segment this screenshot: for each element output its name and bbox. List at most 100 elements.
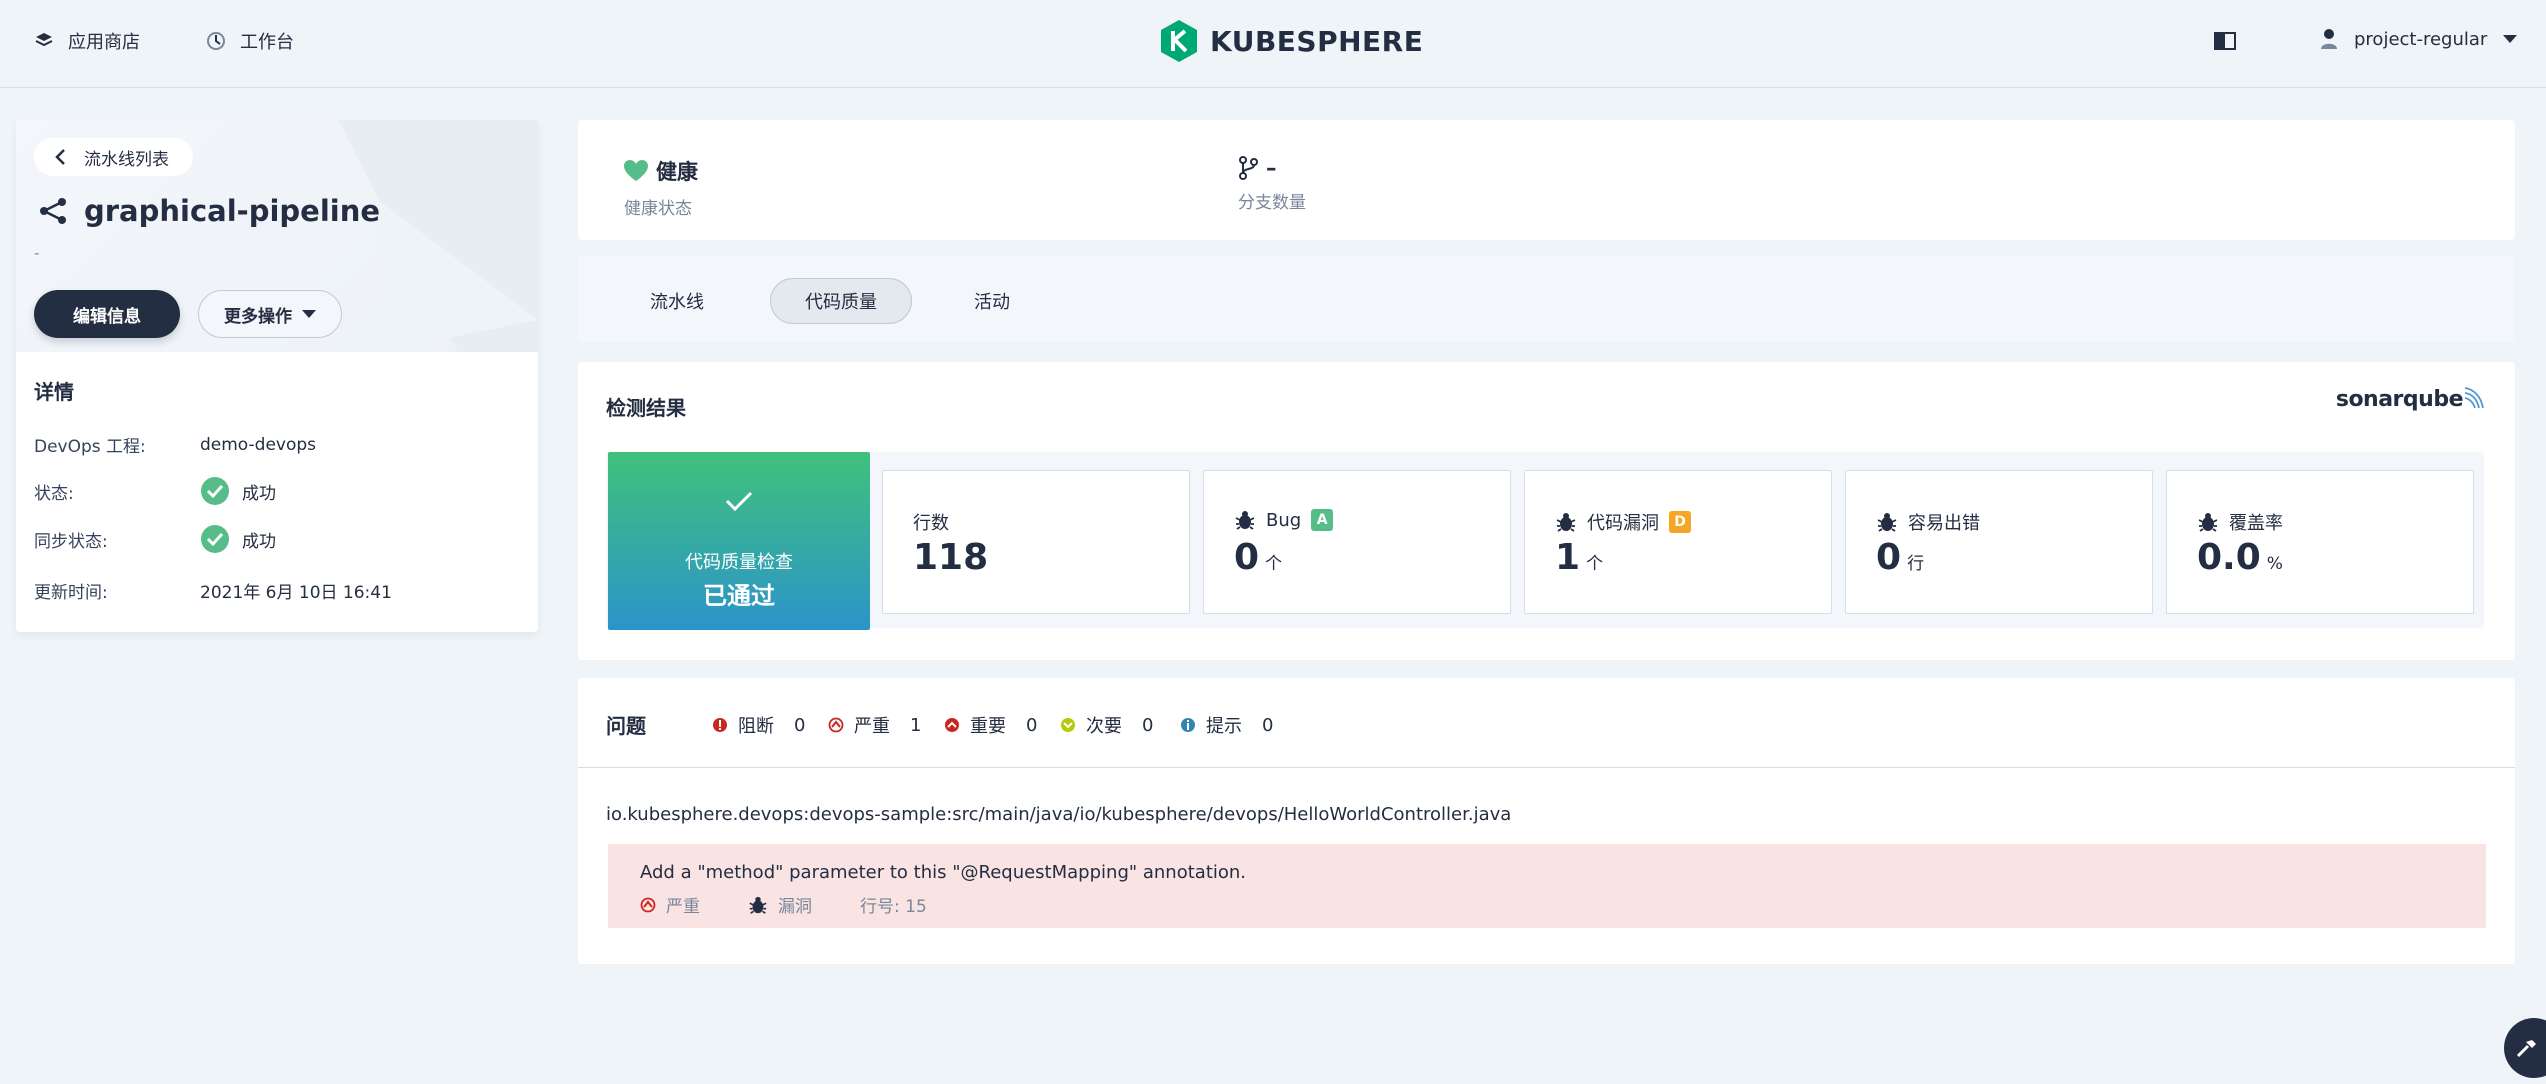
issues-title: 问题 [606, 714, 646, 738]
quality-gate-passed: 代码质量检查 已通过 [608, 452, 870, 630]
vulnerability-rating-badge: D [1669, 511, 1691, 533]
detail-row-status: 状态: 成功 [34, 476, 276, 506]
metric-header: 容易出错 [1876, 509, 1980, 535]
quality-gate-status: 已通过 [703, 582, 775, 610]
branch-value: – [1266, 156, 1277, 180]
detail-key: 状态: [34, 483, 74, 504]
issue-type: 漏洞 [778, 897, 812, 917]
tab-code-quality[interactable]: 代码质量 [770, 278, 912, 324]
chevron-down-icon [2503, 35, 2518, 43]
detail-value-text: 2021年 6月 10日 16:41 [200, 583, 392, 603]
metric-bugs: Bug A 0 个 [1203, 470, 1511, 614]
detail-key: 更新时间: [34, 583, 108, 603]
issue-meta: 严重 漏洞 行号: 15 [640, 892, 927, 917]
details-title: 详情 [34, 380, 74, 404]
back-to-pipeline-list-button[interactable]: 流水线列表 [34, 138, 193, 176]
issue-severity: 严重 [666, 897, 700, 917]
detail-key: 同步状态: [34, 531, 108, 552]
detail-value: 成功 [200, 524, 276, 554]
issues-card: 问题 阻断 0 严重 1 重要 0 次要 0 提示 0 io.kubespher… [578, 678, 2515, 964]
nav-workbench-label: 工作台 [240, 32, 294, 53]
metric-header: 覆盖率 [2197, 509, 2283, 535]
pipeline-name: graphical-pipeline [84, 194, 381, 228]
severity-label: 次要 [1086, 716, 1122, 737]
detail-value-text: 成功 [242, 483, 276, 504]
metric-vulnerabilities: 代码漏洞 D 1 个 [1524, 470, 1832, 614]
success-check-icon [201, 477, 229, 505]
layout-toggle-icon[interactable] [2214, 32, 2236, 55]
toolbox-button[interactable] [2504, 1018, 2546, 1078]
result-title: 检测结果 [606, 396, 686, 420]
tab-pipeline[interactable]: 流水线 [616, 278, 738, 324]
severity-label: 严重 [854, 716, 890, 737]
bug-icon [1877, 513, 1897, 532]
metric-value: 0.0 [2197, 537, 2261, 578]
nav-workbench[interactable]: 工作台 [206, 28, 294, 54]
pipeline-title-row: graphical-pipeline [38, 194, 380, 228]
user-menu[interactable]: project-regular [2320, 28, 2518, 50]
app-store-icon [35, 33, 53, 47]
branch-icon [1239, 156, 1258, 180]
severity-count: 0 [1142, 714, 1154, 736]
pipeline-header-area: 流水线列表 graphical-pipeline - 编辑信息 更多操作 [16, 120, 538, 352]
branch-summary: – 分支数量 [1238, 156, 1306, 213]
tabs-bar: 流水线 代码质量 活动 [578, 256, 2515, 342]
issue-file-path[interactable]: io.kubesphere.devops:devops-sample:src/m… [606, 804, 1511, 825]
metric-label: Bug [1266, 509, 1302, 531]
metric-unit: % [2266, 554, 2283, 574]
nav-app-store-label: 应用商店 [68, 32, 140, 53]
minor-icon [1061, 718, 1075, 732]
logo-text: KUBESPHERE [1210, 24, 1424, 58]
pipeline-description: - [34, 244, 40, 262]
metric-header: 代码漏洞 D [1555, 509, 1691, 535]
issues-header: 问题 阻断 0 严重 1 重要 0 次要 0 提示 0 [578, 678, 2515, 768]
severity-info: 提示 0 [1180, 712, 1273, 738]
metric-header: Bug A [1234, 509, 1334, 531]
metric-value-row: 0 个 [1234, 537, 1282, 578]
pipeline-summary: 健康 健康状态 – 分支数量 [578, 120, 2515, 240]
detail-key: DevOps 工程: [34, 437, 146, 457]
top-bar: 应用商店 工作台 KUBESPHERE project-regular [0, 0, 2546, 88]
sonar-waves-icon [2464, 387, 2484, 409]
back-label: 流水线列表 [84, 149, 169, 170]
kubesphere-logo-icon [1161, 20, 1197, 62]
metric-value-row: 1 个 [1555, 537, 1603, 578]
issue-message: Add a "method" parameter to this "@Reque… [640, 862, 1247, 883]
metric-unit: 个 [1265, 554, 1283, 574]
tab-activity[interactable]: 活动 [940, 278, 1044, 324]
metric-value: 1 [1555, 537, 1581, 578]
info-icon [1181, 718, 1195, 732]
nav-app-store[interactable]: 应用商店 [34, 28, 140, 54]
more-actions-button[interactable]: 更多操作 [198, 290, 342, 338]
detail-row-devops: DevOps 工程: demo-devops [34, 432, 316, 458]
health-label: 健康状态 [624, 199, 692, 219]
severity-count: 0 [794, 714, 806, 736]
issue-item[interactable]: Add a "method" parameter to this "@Reque… [608, 844, 2486, 928]
kubesphere-logo[interactable]: KUBESPHERE [1158, 18, 1423, 64]
sonarqube-logo: sonarqube [2336, 386, 2485, 412]
health-value-row: 健康 [624, 156, 698, 186]
branch-label: 分支数量 [1238, 193, 1306, 213]
caret-down-icon [302, 310, 316, 318]
metric-value: 118 [913, 537, 989, 578]
metric-value-row: 0 行 [1876, 537, 1924, 578]
metric-label: 行数 [913, 513, 949, 534]
detail-value: 2021年 6月 10日 16:41 [200, 578, 392, 603]
metric-value-row: 118 [913, 537, 988, 578]
detail-row-sync-status: 同步状态: 成功 [34, 524, 276, 554]
severity-minor: 次要 0 [1060, 712, 1153, 738]
username: project-regular [2354, 28, 2488, 50]
blocker-icon [713, 718, 727, 732]
detail-value: demo-devops [200, 435, 316, 455]
severity-count: 0 [1026, 714, 1038, 736]
pipeline-detail-card: 流水线列表 graphical-pipeline - 编辑信息 更多操作 详情 … [16, 120, 538, 632]
bug-icon [2198, 513, 2218, 532]
user-icon [2321, 29, 2337, 49]
critical-icon [640, 897, 656, 912]
major-icon [945, 718, 959, 732]
edit-info-button[interactable]: 编辑信息 [34, 290, 180, 338]
severity-count: 1 [910, 714, 922, 736]
metric-coverage: 覆盖率 0.0 % [2166, 470, 2474, 614]
bug-icon [1556, 513, 1576, 532]
metric-code-smells: 容易出错 0 行 [1845, 470, 2153, 614]
